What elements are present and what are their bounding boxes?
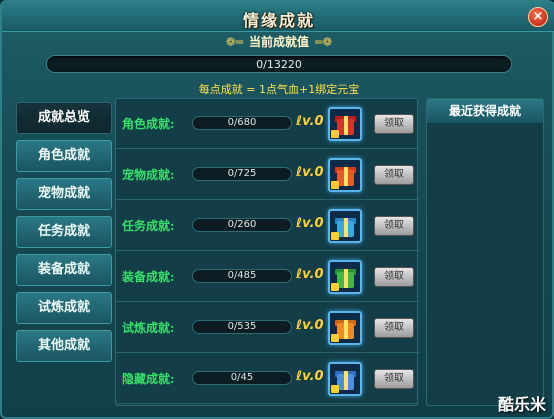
gift-box-icon[interactable] [328, 107, 362, 141]
category-tabs: 成就总览 角色成就 宠物成就 任务成就 装备成就 试炼成就 其他成就 [16, 102, 116, 368]
row-level: ℓv.0 [296, 267, 324, 282]
achievement-value-heading: ❁═ 当前成就值 ═❁ [2, 33, 554, 50]
row-progress-bar: 0/260 [192, 218, 292, 232]
gift-ribbon [344, 320, 348, 339]
row-progress-text: 0/260 [227, 219, 257, 230]
achievement-row: 任务成就: 0/260 ℓv.0 领取 [116, 201, 419, 251]
row-label: 任务成就: [122, 219, 175, 233]
recent-heading: 最近获得成就 [427, 99, 543, 123]
row-level: ℓv.0 [296, 369, 324, 384]
title-bar: 情缘成就 × [2, 2, 554, 32]
recent-achievements-panel: 最近获得成就 [426, 98, 544, 406]
achievement-row: 试炼成就: 0/535 ℓv.0 领取 [116, 303, 419, 353]
row-label: 角色成就: [122, 117, 175, 131]
lock-icon [331, 181, 339, 189]
gift-ribbon [344, 218, 348, 237]
gift-ribbon [344, 167, 348, 186]
row-label: 试炼成就: [122, 321, 175, 335]
total-progress-bar: 0/13220 [46, 55, 512, 73]
gift-box-icon[interactable] [328, 362, 362, 396]
achievement-row: 装备成就: 0/485 ℓv.0 领取 [116, 252, 419, 302]
tab-trial[interactable]: 试炼成就 [16, 292, 112, 324]
row-progress-text: 0/45 [230, 372, 254, 383]
gift-ribbon [344, 269, 348, 288]
row-progress-bar: 0/45 [192, 371, 292, 385]
row-label: 宠物成就: [122, 168, 175, 182]
row-level: ℓv.0 [296, 318, 324, 333]
tab-character[interactable]: 角色成就 [16, 140, 112, 172]
row-progress-text: 0/485 [227, 270, 257, 281]
lock-icon [331, 130, 339, 138]
row-progress-bar: 0/485 [192, 269, 292, 283]
row-progress-text: 0/680 [227, 117, 257, 128]
lock-icon [331, 232, 339, 240]
row-progress-bar: 0/535 [192, 320, 292, 334]
lock-icon [331, 334, 339, 342]
row-progress-text: 0/535 [227, 321, 257, 332]
window-title: 情缘成就 [242, 11, 315, 30]
gift-box-icon[interactable] [328, 311, 362, 345]
row-progress-bar: 0/680 [192, 116, 292, 130]
tab-quest[interactable]: 任务成就 [16, 216, 112, 248]
gift-box-icon[interactable] [328, 209, 362, 243]
close-button[interactable]: × [528, 7, 548, 27]
tab-equipment[interactable]: 装备成就 [16, 254, 112, 286]
claim-button[interactable]: 领取 [374, 114, 414, 134]
claim-button[interactable]: 领取 [374, 369, 414, 389]
claim-button[interactable]: 领取 [374, 267, 414, 287]
gift-ribbon [344, 371, 348, 390]
achievement-row: 角色成就: 0/680 ℓv.0 领取 [116, 99, 419, 149]
row-level: ℓv.0 [296, 165, 324, 180]
tab-overview[interactable]: 成就总览 [16, 102, 112, 134]
tab-pet[interactable]: 宠物成就 [16, 178, 112, 210]
lock-icon [331, 283, 339, 291]
heading-label: 当前成就值 [248, 35, 309, 49]
row-label: 装备成就: [122, 270, 175, 284]
total-progress-text: 0/13220 [256, 58, 302, 71]
reward-note: 每点成就 = 1点气血+1绑定元宝 [198, 83, 360, 96]
tab-other[interactable]: 其他成就 [16, 330, 112, 362]
claim-button[interactable]: 领取 [374, 165, 414, 185]
watermark: 酷乐米 [497, 395, 546, 414]
claim-button[interactable]: 领取 [374, 216, 414, 236]
achievement-row: 宠物成就: 0/725 ℓv.0 领取 [116, 150, 419, 200]
row-level: ℓv.0 [296, 114, 324, 129]
achievement-row: 隐藏成就: 0/45 ℓv.0 领取 [116, 354, 419, 404]
gift-box-icon[interactable] [328, 158, 362, 192]
row-progress-bar: 0/725 [192, 167, 292, 181]
ornament-icon: ❁═ [225, 35, 243, 49]
claim-button[interactable]: 领取 [374, 318, 414, 338]
row-level: ℓv.0 [296, 216, 324, 231]
achievement-window: 情缘成就 × ❁═ 当前成就值 ═❁ 0/13220 每点成就 = 1点气血+1绑定… [0, 0, 554, 419]
gift-ribbon [344, 116, 348, 135]
row-label: 隐藏成就: [122, 372, 175, 386]
row-progress-text: 0/725 [227, 168, 257, 179]
gift-box-icon[interactable] [328, 260, 362, 294]
ornament-icon: ═❁ [315, 35, 333, 49]
lock-icon [331, 385, 339, 393]
achievement-list: 角色成就: 0/680 ℓv.0 领取 宠物成就: 0/725 ℓv.0 领取 任务成就: 0/2… [115, 98, 419, 406]
